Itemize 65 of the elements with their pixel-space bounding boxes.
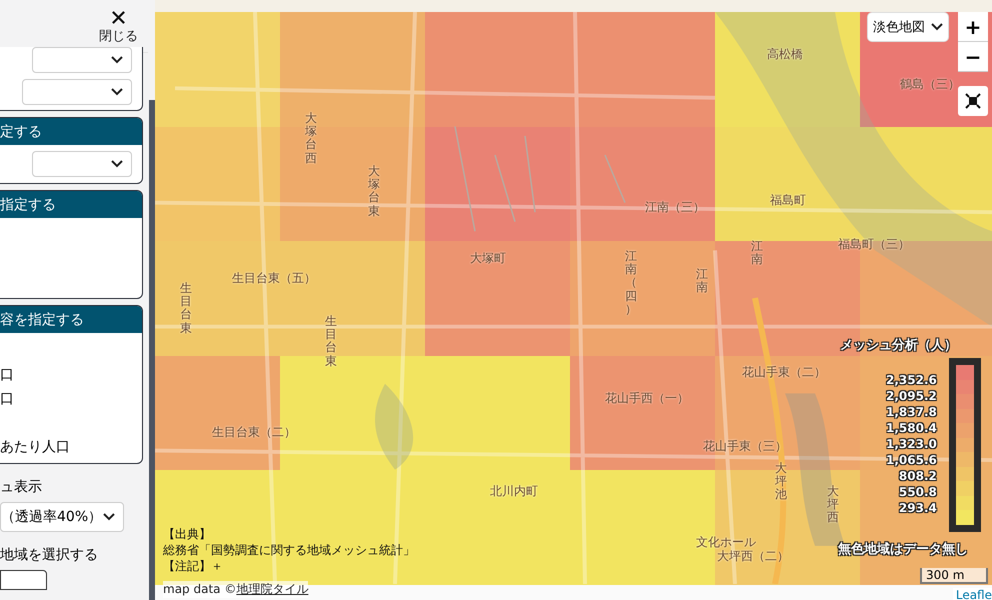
- place-label: 江南: [696, 268, 708, 294]
- place-label: 大塚台東: [368, 165, 380, 218]
- dropdown[interactable]: [32, 151, 132, 177]
- chevron-icon: [931, 23, 943, 31]
- opacity-dropdown[interactable]: （透過率40%）: [0, 502, 124, 532]
- chevron-icon: [111, 160, 123, 168]
- option-label[interactable]: 口: [0, 363, 14, 387]
- chevron-icon: [111, 88, 123, 96]
- place-label: 大坪西（二）: [717, 548, 789, 565]
- place-label: 生目台東: [180, 282, 192, 335]
- legend-value: 550.8: [898, 484, 937, 500]
- legend-note: 無色地域はデータ無し: [838, 541, 968, 558]
- place-label: 生目台東: [325, 315, 337, 368]
- section-header: 指定する: [0, 191, 142, 218]
- attribution-link[interactable]: 地理院タイル: [236, 582, 308, 596]
- dropdown[interactable]: [22, 79, 132, 105]
- place-label: 花山手東（三）: [703, 438, 787, 455]
- place-label: 大塚台西: [305, 112, 317, 165]
- place-label: 鶴島（三）: [900, 76, 960, 93]
- display-label: ュ表示: [0, 478, 42, 496]
- place-label: 花山手西（一）: [605, 390, 689, 407]
- source-text: 総務省「国勢調査に関する地域メッシュ統計」: [163, 542, 415, 558]
- place-label: 生目台東（五）: [232, 270, 316, 287]
- option-label[interactable]: 口: [0, 387, 14, 411]
- place-label: 高松橋: [767, 46, 803, 63]
- fullscreen-icon: [965, 93, 981, 109]
- place-label: 北川内町: [490, 483, 538, 500]
- place-label: 文化ホール: [696, 534, 756, 550]
- legend-value: 2,095.2: [886, 388, 937, 404]
- place-label: 生目台東（二）: [212, 424, 296, 441]
- leaflet-link[interactable]: Leafle: [952, 588, 992, 600]
- region-label: 地域を選択する: [0, 546, 98, 564]
- place-label: 江南: [751, 240, 763, 266]
- legend-value: 293.4: [898, 500, 937, 516]
- legend-value: 1,323.0: [886, 436, 937, 452]
- scale-bar: 300 m: [920, 568, 988, 584]
- scrollbar[interactable]: [149, 100, 155, 600]
- note-heading[interactable]: 【注記】＋: [163, 558, 415, 574]
- place-label: 江南（四）: [625, 250, 637, 316]
- legend-value: 808.2: [898, 468, 937, 484]
- region-dropdown[interactable]: [0, 570, 47, 590]
- fullscreen-button[interactable]: [958, 86, 988, 116]
- basemap-dropdown[interactable]: 淡色地図: [868, 13, 948, 41]
- legend-title: メッシュ分析（人）: [840, 337, 957, 354]
- close-icon: [111, 10, 126, 25]
- chevron-icon: [111, 56, 123, 64]
- place-label: 江南（三）: [645, 199, 705, 216]
- source-heading: 【出典】: [163, 526, 212, 542]
- section-header: 定する: [0, 118, 142, 145]
- legend-value: 1,065.6: [886, 452, 937, 468]
- place-label: 福島町: [770, 192, 806, 209]
- attribution-text: map data ©: [163, 582, 236, 596]
- section-header: 容を指定する: [0, 306, 142, 333]
- legend-value: 1,837.8: [886, 404, 937, 420]
- chevron-icon: [103, 513, 115, 521]
- zoom-in-button[interactable]: +: [958, 12, 988, 42]
- place-label: 大坪池: [775, 462, 787, 502]
- legend-value: 1,580.4: [886, 420, 937, 436]
- option-label[interactable]: あたり人口: [0, 435, 70, 459]
- place-label: 福島町（三）: [838, 236, 910, 253]
- place-label: 大坪西: [827, 485, 839, 525]
- dropdown[interactable]: [32, 47, 132, 73]
- place-label: 大塚町: [470, 250, 506, 267]
- place-label: 花山手東（二）: [742, 364, 826, 381]
- legend-value: 2,352.6: [886, 372, 937, 388]
